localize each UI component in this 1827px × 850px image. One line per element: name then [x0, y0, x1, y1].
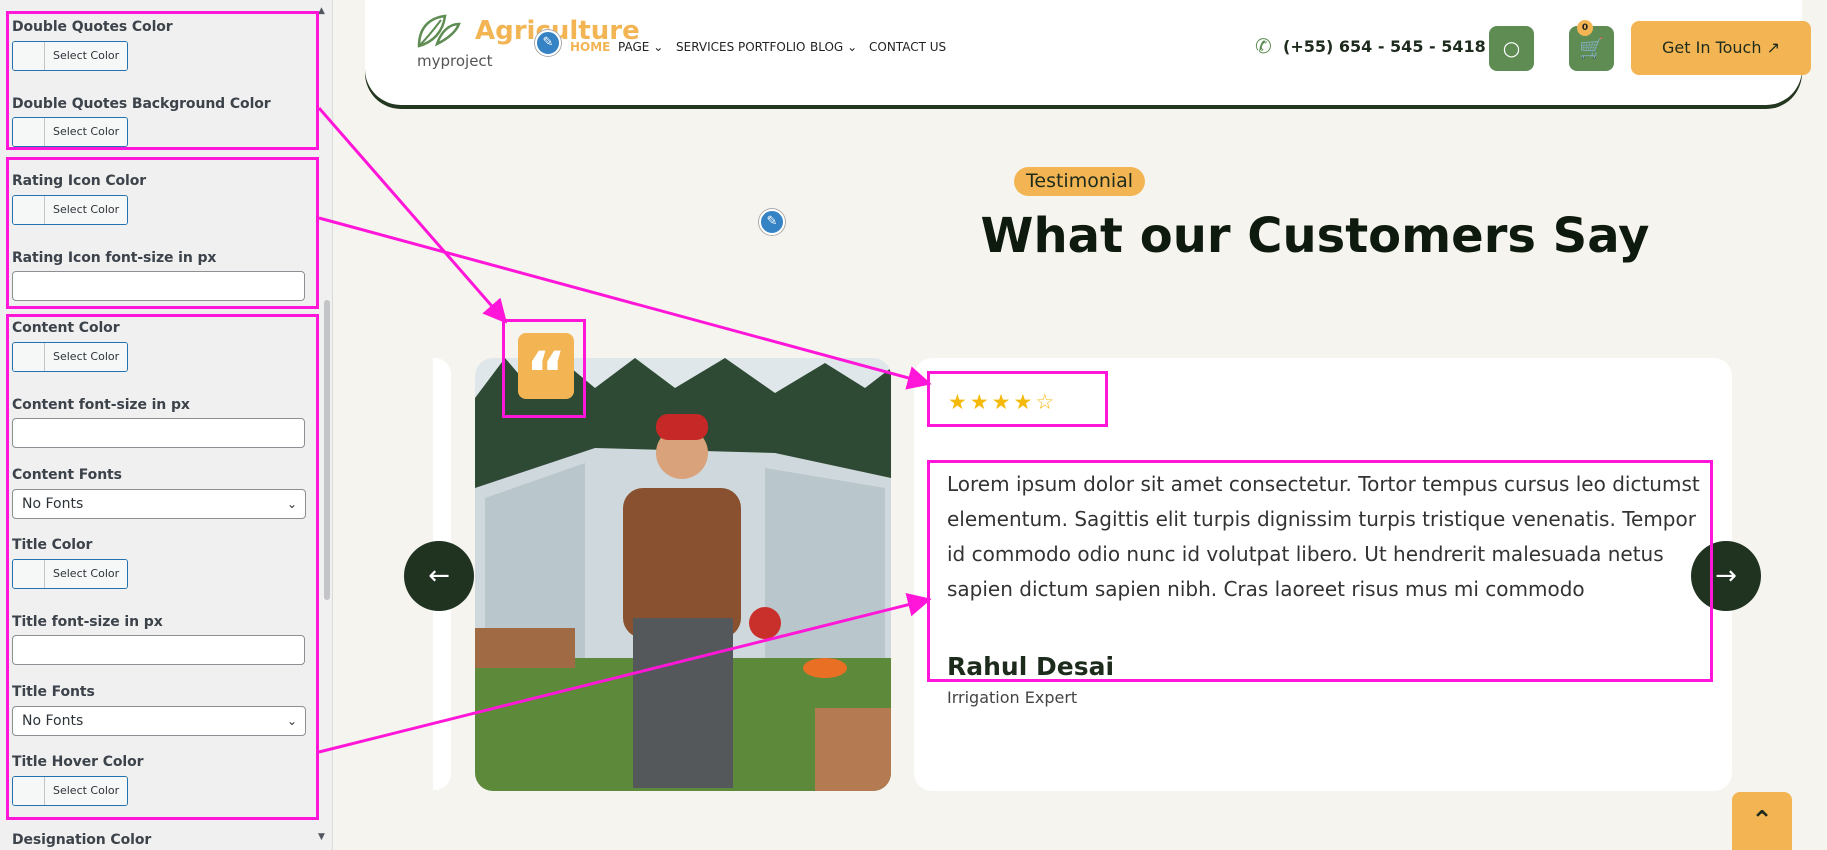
edit-pencil-icon[interactable]: ✎ — [759, 209, 785, 235]
title-fonts-label: Title Fonts — [12, 684, 95, 700]
search-button[interactable]: ○ — [1489, 26, 1534, 71]
chevron-down-icon: ⌄ — [286, 714, 297, 728]
rating-icon-color-label: Rating Icon Color — [12, 173, 147, 189]
nav-home[interactable]: HOME — [570, 40, 610, 54]
star-full-icon: ★ — [948, 390, 970, 414]
scroll-down-arrow-icon[interactable]: ▼ — [318, 832, 325, 842]
content-font-size-label: Content font-size in px — [12, 397, 190, 413]
arrow-left-icon: ← — [428, 561, 450, 591]
content-color-label: Content Color — [12, 320, 120, 336]
double-quotes-bg-color-picker[interactable]: Select Color — [12, 117, 129, 147]
title-color-picker[interactable]: Select Color — [12, 559, 129, 589]
star-full-icon: ★ — [1013, 390, 1036, 414]
content-fonts-label: Content Fonts — [12, 467, 122, 483]
title-color-label: Title Color — [12, 537, 93, 553]
phone-icon: ✆ — [1255, 34, 1272, 58]
star-full-icon: ★ — [991, 390, 1014, 414]
chevron-down-icon: ⌄ — [847, 40, 858, 54]
scroll-up-arrow-icon[interactable]: ▲ — [318, 6, 325, 16]
cart-count-badge: 0 — [1577, 20, 1593, 36]
customizer-panel: ▲ ▼ Double Quotes Color Select Color Dou… — [0, 0, 333, 850]
title-hover-color-picker[interactable]: Select Color — [12, 776, 129, 806]
title-font-size-input[interactable] — [12, 635, 305, 665]
nav-contact-us[interactable]: CONTACT US — [869, 40, 946, 54]
nav-portfolio[interactable]: PORTFOLIO — [738, 40, 806, 54]
double-quotes-color-picker[interactable]: Select Color — [12, 41, 129, 71]
star-half-icon: ☆ — [1035, 390, 1058, 414]
section-title: What our Customers Say — [980, 208, 1650, 264]
testimonial-designation: Irrigation Expert — [947, 688, 1078, 707]
testimonial-photo — [475, 358, 891, 791]
double-quotes-icon: “ — [518, 333, 574, 411]
nav-page[interactable]: PAGE ⌄ — [618, 40, 663, 54]
rating-stars: ★★★★☆ — [948, 390, 1057, 414]
content-color-picker[interactable]: Select Color — [12, 342, 129, 372]
panel-scrollbar-thumb[interactable] — [324, 300, 330, 600]
content-fonts-select[interactable]: No Fonts ⌄ — [12, 489, 306, 519]
site-preview: Agriculture myproject ✎ HOME PAGE ⌄ SERV… — [334, 0, 1827, 850]
rating-icon-font-size-label: Rating Icon font-size in px — [12, 250, 217, 266]
next-slide-button[interactable]: → — [1691, 541, 1761, 611]
arrow-right-icon: → — [1715, 561, 1737, 591]
phone-number[interactable]: (+55) 654 - 545 - 5418 — [1283, 37, 1486, 56]
title-fonts-select[interactable]: No Fonts ⌄ — [12, 706, 306, 736]
chevron-down-icon: ⌄ — [653, 40, 664, 54]
site-header: Agriculture myproject ✎ HOME PAGE ⌄ SERV… — [365, 0, 1811, 105]
nav-services[interactable]: SERVICES — [676, 40, 734, 54]
edit-pencil-icon[interactable]: ✎ — [535, 30, 561, 56]
search-icon: ○ — [1502, 36, 1521, 60]
farmer-photo — [475, 358, 891, 791]
title-font-size-label: Title font-size in px — [12, 614, 163, 630]
chevron-down-icon: ⌄ — [286, 497, 297, 511]
content-font-size-input[interactable] — [12, 418, 305, 448]
rating-icon-color-picker[interactable]: Select Color — [12, 195, 129, 225]
get-in-touch-button[interactable]: Get In Touch ↗ — [1631, 21, 1811, 75]
rating-icon-font-size-input[interactable] — [12, 271, 305, 301]
double-quotes-bg-color-label: Double Quotes Background Color — [12, 96, 271, 112]
cart-icon: 🛒 — [1579, 36, 1604, 60]
double-chevron-up-icon: ⌃ — [1751, 806, 1773, 836]
scroll-to-top-button[interactable]: ⌃ — [1732, 792, 1792, 850]
testimonial-content: Lorem ipsum dolor sit amet consectetur. … — [947, 472, 1700, 601]
logo-subtitle: myproject — [417, 52, 493, 70]
previous-slide-button[interactable]: ← — [404, 541, 474, 611]
nav-blog[interactable]: BLOG ⌄ — [810, 40, 857, 54]
section-tag: Testimonial — [1014, 167, 1146, 196]
cart-button[interactable]: 🛒 — [1569, 26, 1614, 71]
arrow-up-right-icon: ↗ — [1766, 38, 1780, 57]
designation-color-label: Designation Color — [12, 832, 152, 848]
double-quotes-color-label: Double Quotes Color — [12, 19, 173, 35]
star-full-icon: ★ — [969, 390, 992, 414]
leaf-logo-icon — [417, 14, 461, 48]
testimonial-name[interactable]: Rahul Desai — [947, 652, 1114, 681]
title-hover-color-label: Title Hover Color — [12, 754, 144, 770]
